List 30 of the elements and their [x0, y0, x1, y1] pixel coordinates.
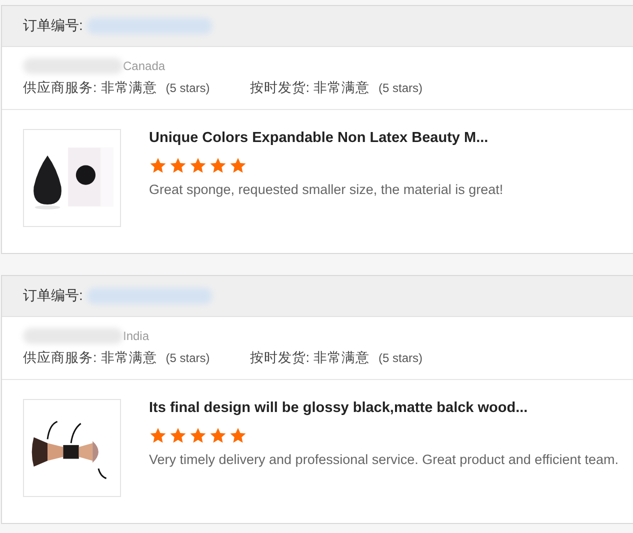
- rating-value: 非常满意: [314, 79, 370, 97]
- star-icon: [209, 157, 227, 174]
- buyer-country: India: [123, 329, 150, 343]
- star-icon: [229, 157, 247, 174]
- review-text: Very timely delivery and professional service. Great product and efficient team.: [149, 452, 618, 467]
- rating-note: (5 stars): [166, 81, 210, 95]
- order-number-label: 订单编号:: [23, 287, 83, 305]
- buyer-country: Canada: [123, 59, 166, 73]
- star-icon: [149, 157, 167, 174]
- review-text: Great sponge, requested smaller size, the material is great!: [149, 182, 504, 197]
- product-title[interactable]: Its final design will be glossy black,matte balck wood...: [149, 400, 618, 416]
- star-icon: [189, 427, 207, 444]
- product-title[interactable]: Unique Colors Expandable Non Latex Beauty M...: [149, 130, 504, 146]
- order-number-label: 订单编号:: [23, 17, 83, 35]
- rating-label: 供应商服务:: [23, 349, 97, 367]
- rating-value: 非常满意: [314, 349, 370, 367]
- rating-note: (5 stars): [378, 81, 423, 95]
- rating-value: 非常满意: [100, 79, 157, 97]
- star-icon: [149, 427, 167, 444]
- star-icon: [209, 427, 227, 444]
- star-icon: [189, 157, 207, 174]
- star-icon: [229, 427, 247, 444]
- rating-note: (5 stars): [166, 351, 210, 365]
- star-icon: [169, 427, 187, 444]
- rating-note: (5 stars): [378, 351, 423, 365]
- rating-value: 非常满意: [100, 349, 157, 367]
- star-icon: [169, 157, 187, 174]
- rating-label: 按时发货:: [250, 349, 310, 367]
- rating-label: 供应商服务:: [23, 79, 97, 97]
- rating-label: 按时发货:: [250, 79, 310, 97]
